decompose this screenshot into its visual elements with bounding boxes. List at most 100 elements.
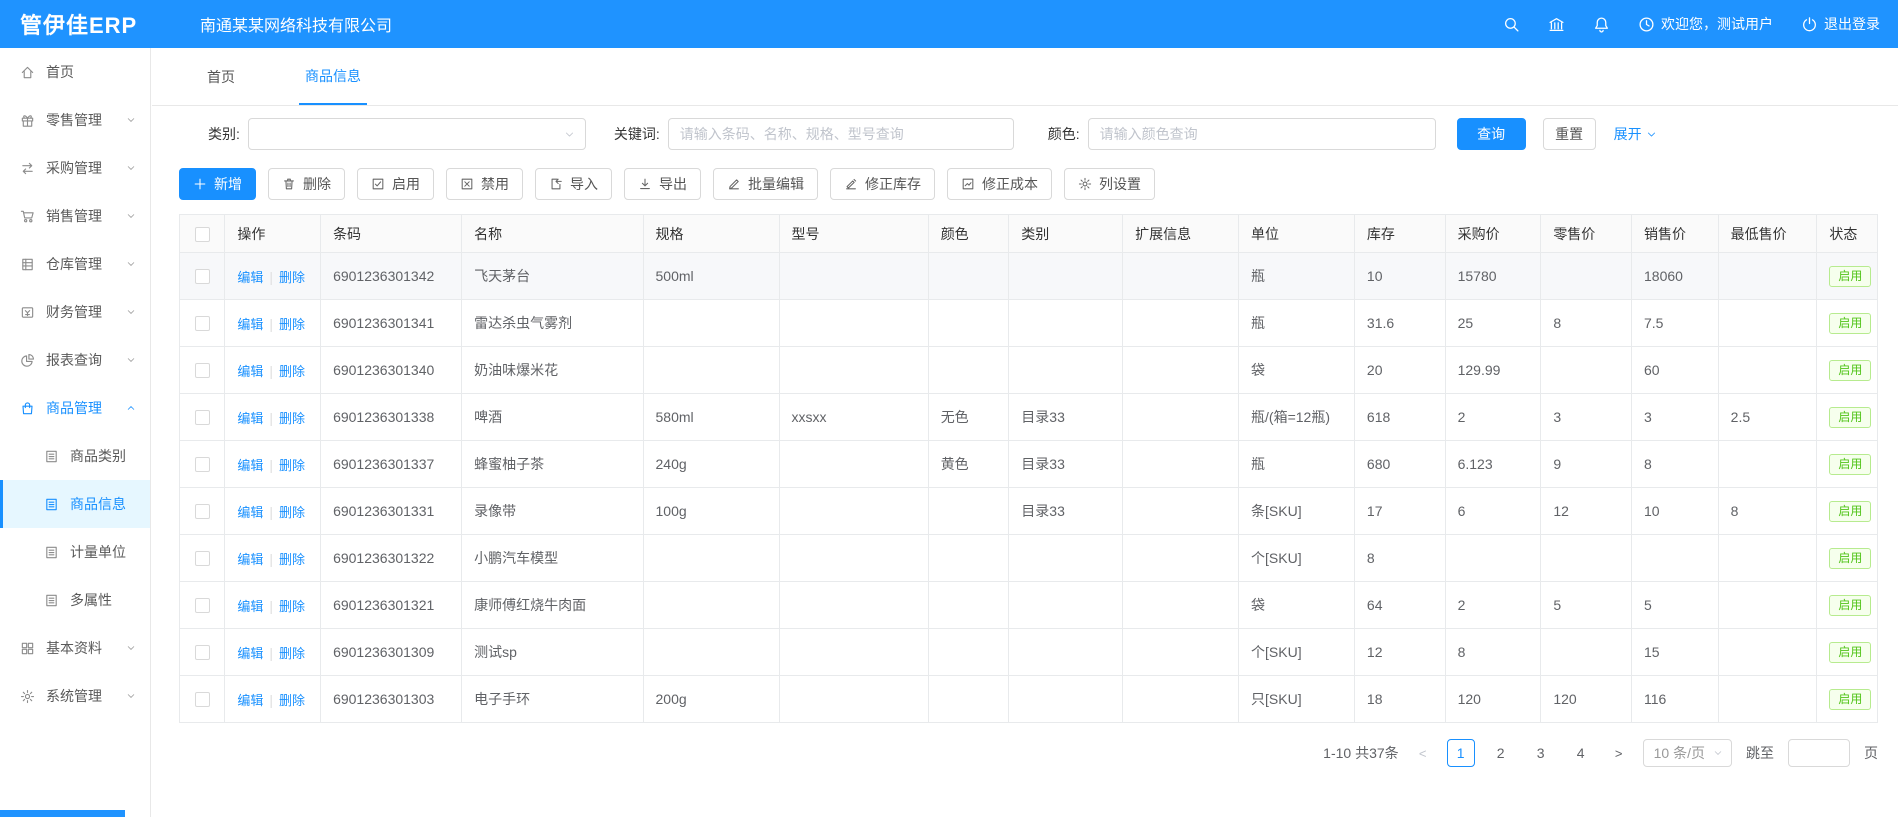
sidebar-item-measure-unit[interactable]: 计量单位 xyxy=(0,528,150,576)
min-cell xyxy=(1718,676,1817,723)
fix-cost-button[interactable]: 修正成本 xyxy=(947,168,1052,200)
jump-page-input[interactable] xyxy=(1788,739,1850,767)
delete-link[interactable]: 删除 xyxy=(279,364,305,379)
delete-link[interactable]: 删除 xyxy=(279,458,305,473)
purchase-cell: 129.99 xyxy=(1445,347,1541,394)
bell-icon[interactable] xyxy=(1593,16,1610,33)
unit-cell: 个[SKU] xyxy=(1239,535,1355,582)
prev-page-button[interactable]: < xyxy=(1413,746,1433,761)
keyword-input[interactable] xyxy=(668,118,1014,150)
ext-cell xyxy=(1123,488,1239,535)
reset-button[interactable]: 重置 xyxy=(1543,118,1596,150)
min-cell xyxy=(1718,300,1817,347)
search-button[interactable]: 查询 xyxy=(1457,118,1526,150)
edit-link[interactable]: 编辑 xyxy=(237,458,263,473)
column-settings-button[interactable]: 列设置 xyxy=(1064,168,1155,200)
stock-cell: 8 xyxy=(1354,535,1445,582)
row-checkbox[interactable] xyxy=(195,363,210,378)
edit-link[interactable]: 编辑 xyxy=(237,411,263,426)
edit-link[interactable]: 编辑 xyxy=(237,646,263,661)
sidebar-item-multi-attribute[interactable]: 多属性 xyxy=(0,576,150,624)
name-cell: 奶油味爆米花 xyxy=(462,347,643,394)
color-input[interactable] xyxy=(1088,118,1436,150)
enable-button[interactable]: 启用 xyxy=(357,168,434,200)
page-number-4[interactable]: 4 xyxy=(1567,739,1595,767)
page-number-1[interactable]: 1 xyxy=(1447,739,1475,767)
delete-link[interactable]: 删除 xyxy=(279,270,305,285)
delete-link[interactable]: 删除 xyxy=(279,505,305,520)
welcome-user[interactable]: 欢迎您，测试用户 xyxy=(1638,14,1773,34)
edit-link[interactable]: 编辑 xyxy=(237,317,263,332)
sidebar-item-product-info[interactable]: 商品信息 xyxy=(0,480,150,528)
row-checkbox[interactable] xyxy=(195,598,210,613)
edit-link[interactable]: 编辑 xyxy=(237,693,263,708)
retail-cell: 12 xyxy=(1541,488,1632,535)
sidebar-item-report[interactable]: 报表查询 xyxy=(0,336,150,384)
page-number-3[interactable]: 3 xyxy=(1527,739,1555,767)
page-size-select[interactable]: 10 条/页 xyxy=(1643,739,1732,767)
sidebar-item-purchase[interactable]: 采购管理 xyxy=(0,144,150,192)
row-checkbox[interactable] xyxy=(195,645,210,660)
sidebar-item-home[interactable]: 首页 xyxy=(0,48,150,96)
sidebar-item-sales[interactable]: 销售管理 xyxy=(0,192,150,240)
sidebar-item-label: 零售管理 xyxy=(46,110,126,130)
sidebar-item-retail[interactable]: 零售管理 xyxy=(0,96,150,144)
edit-link[interactable]: 编辑 xyxy=(237,552,263,567)
stock-cell: 31.6 xyxy=(1354,300,1445,347)
delete-link[interactable]: 删除 xyxy=(279,317,305,332)
edit-link[interactable]: 编辑 xyxy=(237,599,263,614)
row-checkbox[interactable] xyxy=(195,504,210,519)
tab-home[interactable]: 首页 xyxy=(201,48,241,105)
select-all-checkbox[interactable] xyxy=(195,227,210,242)
color-cell: 黄色 xyxy=(928,441,1009,488)
bank-icon[interactable] xyxy=(1548,16,1565,33)
power-icon xyxy=(1801,16,1818,33)
row-checkbox[interactable] xyxy=(195,457,210,472)
delete-link[interactable]: 删除 xyxy=(279,599,305,614)
chevron-down-icon xyxy=(1713,748,1723,758)
row-checkbox[interactable] xyxy=(195,692,210,707)
sidebar-item-system[interactable]: 系统管理 xyxy=(0,672,150,720)
batch-edit-button[interactable]: 批量编辑 xyxy=(713,168,818,200)
delete-button[interactable]: 删除 xyxy=(268,168,345,200)
row-checkbox[interactable] xyxy=(195,551,210,566)
spec-cell xyxy=(643,582,779,629)
next-page-button[interactable]: > xyxy=(1609,746,1629,761)
fix-stock-button[interactable]: 修正库存 xyxy=(830,168,935,200)
app-logo: 管伊佳ERP xyxy=(0,8,158,40)
expand-link[interactable]: 展开 xyxy=(1614,124,1657,144)
category-select[interactable] xyxy=(248,118,586,150)
warehouse-icon xyxy=(20,257,35,272)
sidebar-item-basic-data[interactable]: 基本资料 xyxy=(0,624,150,672)
row-checkbox[interactable] xyxy=(195,316,210,331)
topbar-right: 欢迎您，测试用户 退出登录 xyxy=(1503,14,1898,34)
edit-link[interactable]: 编辑 xyxy=(237,270,263,285)
sidebar-item-product[interactable]: 商品管理 xyxy=(0,384,150,432)
import-button[interactable]: 导入 xyxy=(535,168,612,200)
row-checkbox[interactable] xyxy=(195,410,210,425)
ext-cell xyxy=(1123,347,1239,394)
ext-cell xyxy=(1123,253,1239,300)
sale-cell: 8 xyxy=(1632,441,1719,488)
table-row: 编辑|删除6901236301321康师傅红烧牛肉面袋64255启用 xyxy=(180,582,1878,629)
export-button[interactable]: 导出 xyxy=(624,168,701,200)
disable-button[interactable]: 禁用 xyxy=(446,168,523,200)
sidebar-item-product-category[interactable]: 商品类别 xyxy=(0,432,150,480)
sidebar-item-warehouse[interactable]: 仓库管理 xyxy=(0,240,150,288)
name-cell: 小鹏汽车模型 xyxy=(462,535,643,582)
delete-link[interactable]: 删除 xyxy=(279,411,305,426)
delete-link[interactable]: 删除 xyxy=(279,646,305,661)
edit-link[interactable]: 编辑 xyxy=(237,505,263,520)
edit-link[interactable]: 编辑 xyxy=(237,364,263,379)
tab-product-info[interactable]: 商品信息 xyxy=(299,48,367,105)
sidebar-item-finance[interactable]: 财务管理 xyxy=(0,288,150,336)
row-checkbox[interactable] xyxy=(195,269,210,284)
unit-cell: 袋 xyxy=(1239,347,1355,394)
delete-link[interactable]: 删除 xyxy=(279,693,305,708)
page-number-2[interactable]: 2 xyxy=(1487,739,1515,767)
add-button[interactable]: 新增 xyxy=(179,168,256,200)
sidebar-item-label: 报表查询 xyxy=(46,350,126,370)
search-icon[interactable] xyxy=(1503,16,1520,33)
logout-button[interactable]: 退出登录 xyxy=(1801,14,1880,34)
delete-link[interactable]: 删除 xyxy=(279,552,305,567)
